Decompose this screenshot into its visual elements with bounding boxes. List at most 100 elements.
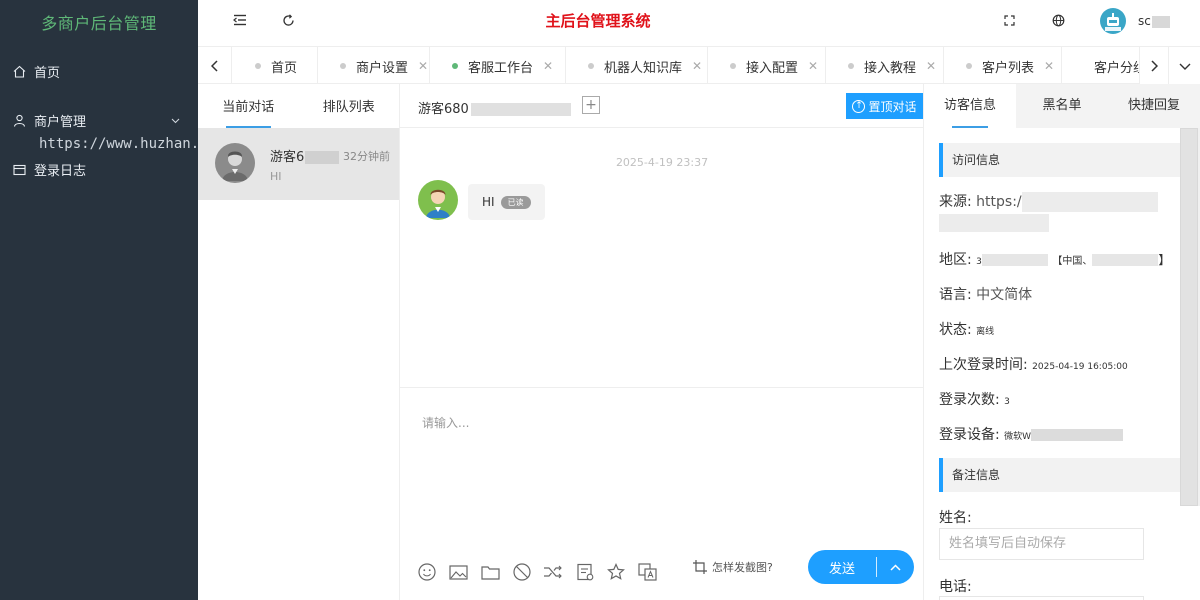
phone-label: 电话: <box>939 579 972 595</box>
send-button-label: 发送 <box>828 561 855 577</box>
tab-current-conversations[interactable]: 当前对话 <box>198 84 299 128</box>
globe-icon[interactable] <box>1049 11 1067 29</box>
chevron-down-icon <box>171 113 180 128</box>
message-input[interactable]: 请输入... <box>422 414 469 431</box>
scrollbar-thumb[interactable] <box>1180 128 1198 506</box>
tab-robot-knowledge[interactable]: 机器人知识库 ✕ <box>566 47 708 85</box>
close-icon[interactable]: ✕ <box>692 59 702 73</box>
note-info-section-title: 备注信息 <box>939 458 1180 492</box>
add-icon[interactable]: + <box>582 96 600 114</box>
tab-scroll-left-icon[interactable] <box>198 47 232 85</box>
sidebar-item-login-log[interactable]: 登录日志 <box>0 145 198 194</box>
pin-icon: ↑ <box>852 99 866 113</box>
folder-icon[interactable] <box>479 562 501 582</box>
chat-panel: 游客680 + ↑ 置顶对话 2025-4-19 23:37 HI 已读 请输入… <box>400 84 924 600</box>
tab-status-dot <box>588 63 594 69</box>
message-list: 2025-4-19 23:37 HI 已读 <box>400 128 924 388</box>
tab-blacklist[interactable]: 黑名单 <box>1016 84 1108 128</box>
chat-toolbar <box>416 562 668 582</box>
region-row: 地区: 3 【中国、】 <box>939 252 1171 268</box>
close-icon[interactable]: ✕ <box>418 59 428 73</box>
tab-status-dot <box>452 63 458 69</box>
conversation-time: 32分钟前 <box>343 150 390 163</box>
user-icon <box>12 114 26 128</box>
name-label: 姓名: <box>939 510 972 526</box>
close-icon[interactable]: ✕ <box>543 59 553 73</box>
brand-title: 多商户后台管理 <box>41 14 157 33</box>
conversation-panel: 当前对话 排队列表 游客6 32分钟前 HI <box>198 84 400 600</box>
fullscreen-icon[interactable] <box>1000 11 1018 29</box>
tab-service-desk[interactable]: 客服工作台 ✕ <box>430 47 566 85</box>
close-icon[interactable]: ✕ <box>1044 59 1054 73</box>
block-icon[interactable] <box>511 562 533 582</box>
sidebar-item-label: 商户管理 <box>34 115 87 130</box>
sidebar-item-home[interactable]: 首页 <box>0 47 198 96</box>
sidebar: 多商户后台管理 首页 商户管理 登录日志 https://www.huzhan.… <box>0 0 317 600</box>
source-value: https:/ <box>976 194 1022 210</box>
source-row: 来源: https:/ <box>939 191 1158 212</box>
tab-status-dot <box>730 63 736 69</box>
emoji-icon[interactable] <box>416 562 438 582</box>
tab-quick-reply[interactable]: 快捷回复 <box>1108 84 1200 128</box>
conversation-item[interactable]: 游客6 32分钟前 HI <box>198 128 399 200</box>
close-icon[interactable]: ✕ <box>926 59 936 73</box>
tab-visitor-info[interactable]: 访客信息 <box>924 84 1016 128</box>
conversation-tabs: 当前对话 排队列表 <box>198 84 399 128</box>
send-button-divider <box>876 557 877 577</box>
tab-access-config[interactable]: 接入配置 ✕ <box>708 47 826 85</box>
screenshot-help-link[interactable]: 怎样发截图? <box>692 559 773 575</box>
visitor-info-panel: 访客信息 黑名单 快捷回复 访问信息 来源: https:/ 地区: 3 【中国… <box>924 84 1200 600</box>
image-icon[interactable] <box>448 562 470 582</box>
star-icon[interactable] <box>605 562 627 582</box>
device-row: 登录设备: 微软W <box>939 424 1124 444</box>
visitor-avatar <box>418 180 458 220</box>
read-badge: 已读 <box>500 195 531 209</box>
login-count-value: 3 <box>1004 397 1010 407</box>
sidebar-item-label: 首页 <box>34 66 61 81</box>
status-row: 状态: 离线 <box>939 322 995 338</box>
tab-scroll-right-icon[interactable] <box>1139 47 1169 85</box>
send-button[interactable]: 发送 <box>808 550 914 584</box>
language-value: 中文简体 <box>976 287 1033 303</box>
tab-status-dot <box>340 63 346 69</box>
avatar[interactable] <box>1100 8 1126 34</box>
pin-conversation-button[interactable]: ↑ 置顶对话 <box>846 93 923 119</box>
visit-info-section-title: 访问信息 <box>939 143 1180 177</box>
info-tabs: 访客信息 黑名单 快捷回复 <box>924 84 1200 128</box>
visitor-avatar <box>215 143 255 183</box>
top-header: 主后台管理系统 sc <box>198 0 1200 40</box>
conversation-last-message: HI <box>270 170 282 183</box>
region-country: 【中国、 <box>1052 256 1093 267</box>
transfer-icon[interactable] <box>542 562 564 582</box>
language-row: 语言: 中文简体 <box>939 287 1033 303</box>
close-icon[interactable]: ✕ <box>808 59 818 73</box>
chat-visitor-name: 游客680 <box>418 98 571 117</box>
message-timestamp: 2025-4-19 23:37 <box>615 156 709 169</box>
name-input[interactable]: 姓名填写后自动保存 <box>939 528 1144 560</box>
message-bubble: HI 已读 <box>468 184 545 220</box>
username[interactable]: sc <box>1138 14 1170 28</box>
tab-home[interactable]: 首页 <box>233 47 318 85</box>
tab-bar: 首页 商户设置 ✕ 客服工作台 ✕ 机器人知识库 ✕ 接入配置 ✕ 接入教程 ✕… <box>198 46 1200 85</box>
tab-customer-list[interactable]: 客户列表 ✕ <box>944 47 1062 85</box>
evaluate-icon[interactable] <box>574 562 596 582</box>
tab-queue-list[interactable]: 排队列表 <box>299 84 400 128</box>
translate-icon[interactable] <box>637 562 659 582</box>
home-icon <box>12 65 26 79</box>
info-scrollbar[interactable] <box>1180 128 1200 506</box>
last-login-row: 上次登录时间: 2025-04-19 16:05:00 <box>939 357 1128 373</box>
crop-icon <box>692 559 708 575</box>
tab-access-tutorial[interactable]: 接入教程 ✕ <box>826 47 944 85</box>
conversation-name: 游客6 <box>270 146 340 165</box>
login-count-row: 登录次数: 3 <box>939 392 1010 408</box>
tab-menu-chevron-down-icon[interactable] <box>1169 47 1200 85</box>
status-value: 离线 <box>976 327 995 337</box>
tab-merchant-settings[interactable]: 商户设置 ✕ <box>318 47 430 85</box>
chevron-up-icon[interactable] <box>877 563 914 571</box>
log-icon <box>12 163 26 177</box>
sidebar-item-label: 登录日志 <box>34 164 87 179</box>
phone-input[interactable] <box>939 596 1144 600</box>
last-login-value: 2025-04-19 16:05:00 <box>1032 362 1128 372</box>
page-title: 主后台管理系统 <box>545 12 651 30</box>
tab-customer-group[interactable]: 客户分组 <box>1062 47 1142 85</box>
